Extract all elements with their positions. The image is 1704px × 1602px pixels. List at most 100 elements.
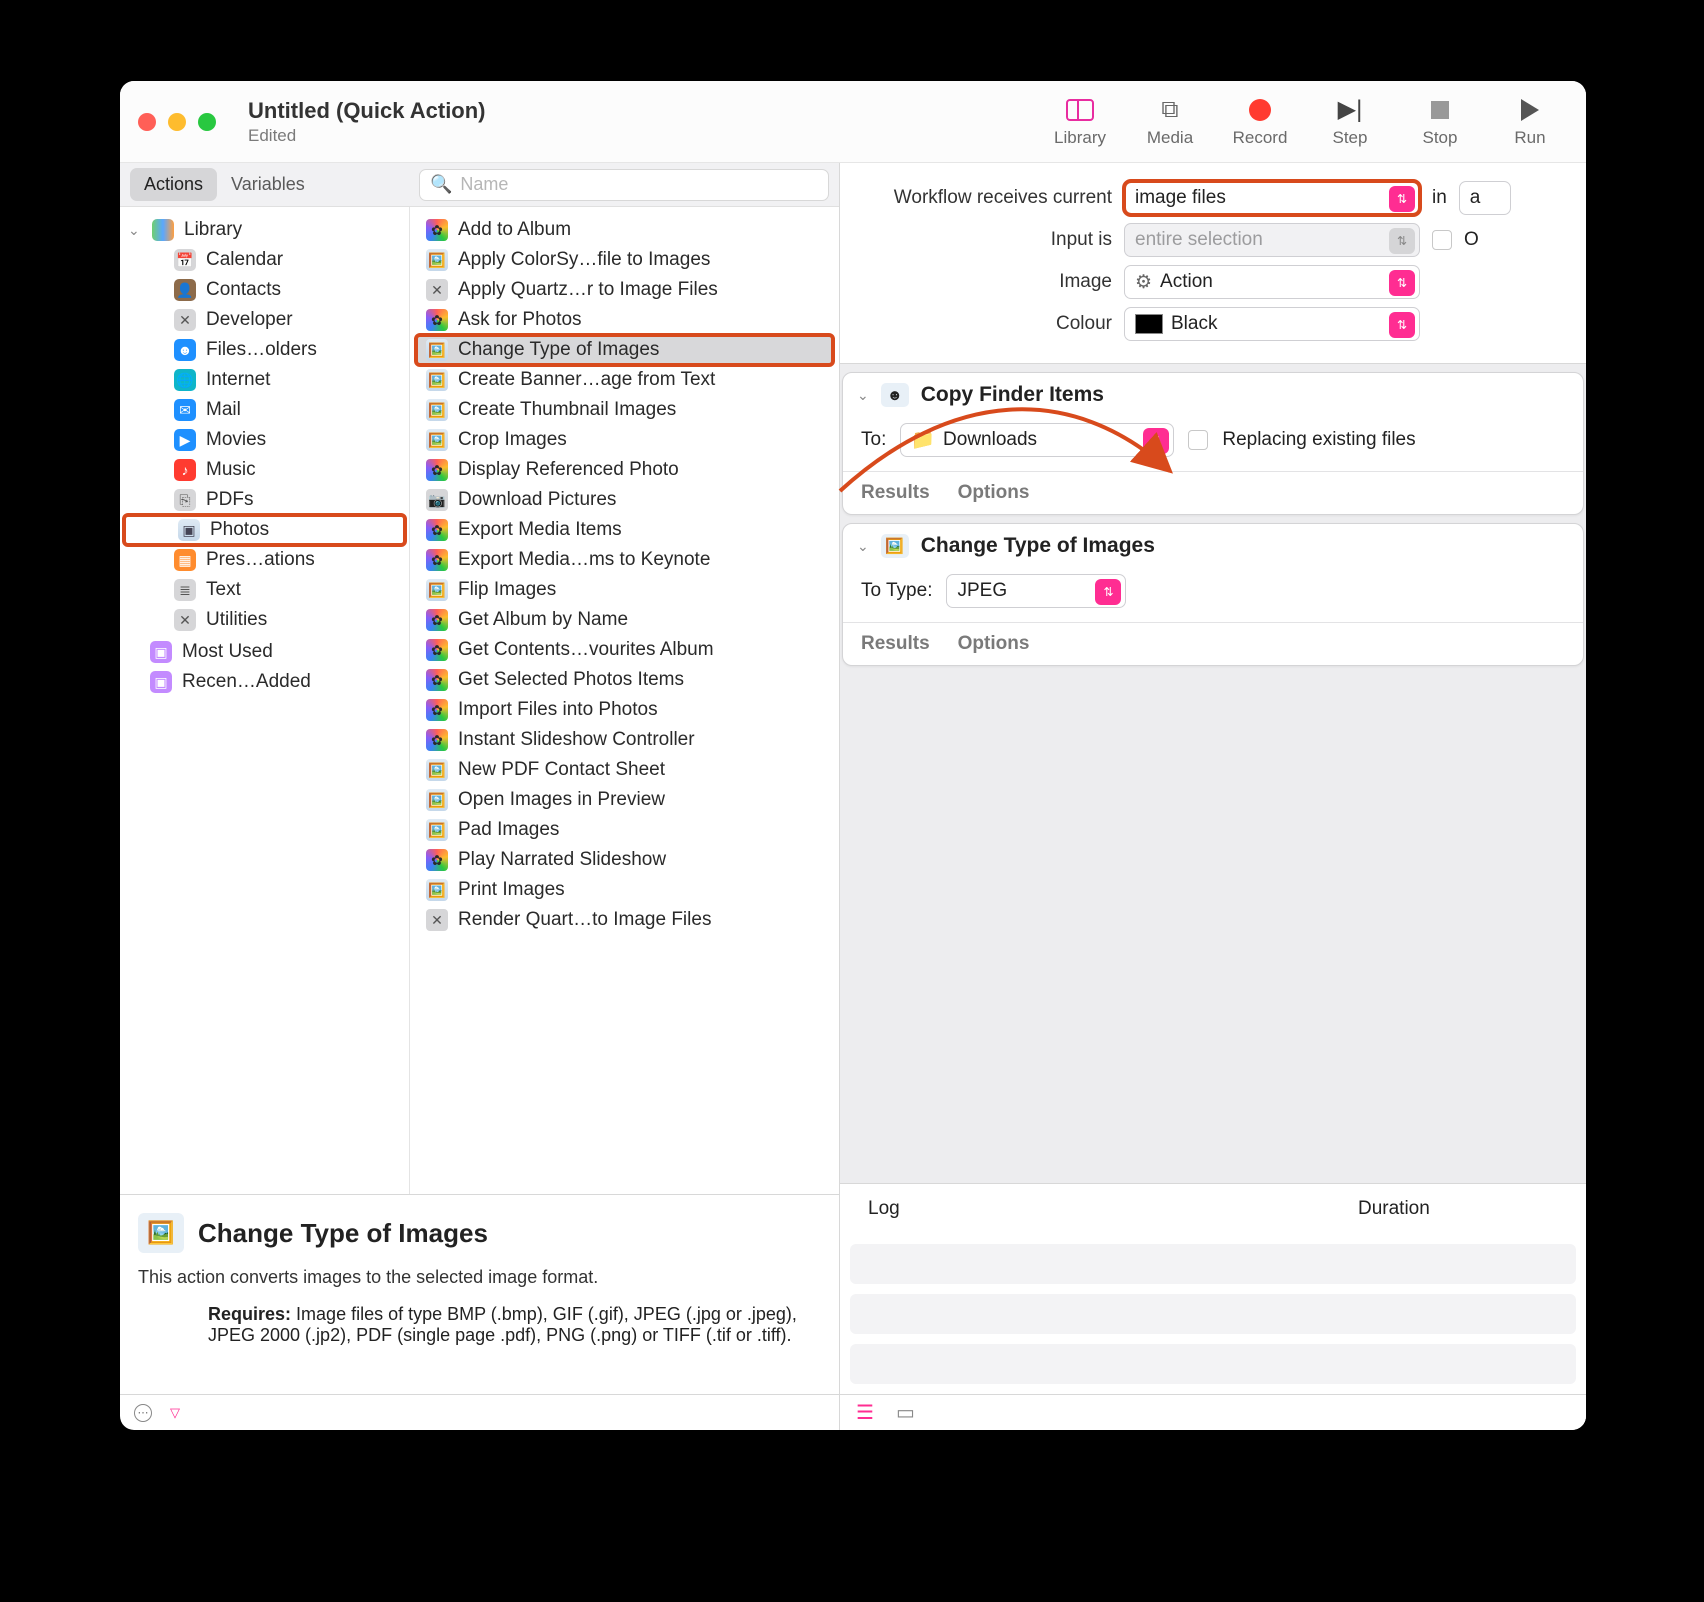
replacing-checkbox[interactable]	[1188, 430, 1208, 450]
output-checkbox[interactable]	[1432, 230, 1452, 250]
action-item[interactable]: 🖼️Create Thumbnail Images	[410, 395, 839, 425]
category-list[interactable]: ⌄ Library 📅Calendar👤Contacts✕Developer☻F…	[120, 207, 410, 1194]
action-search-field[interactable]: 🔍	[419, 169, 829, 201]
action-item[interactable]: 🖼️Flip Images	[410, 575, 839, 605]
workflow-node-change-type[interactable]: ⌄ 🖼️ Change Type of Images To Type: JPEG…	[842, 523, 1584, 666]
run-toolbar-button[interactable]: Run	[1492, 96, 1568, 148]
library-mode-segment: Actions Variables	[130, 168, 319, 201]
preview-icon: 🖼️	[881, 534, 909, 558]
action-label: Display Referenced Photo	[458, 459, 679, 481]
action-item[interactable]: 🖼️Create Banner…age from Text	[410, 365, 839, 395]
step-toolbar-button[interactable]: ▶| Step	[1312, 96, 1388, 148]
action-item[interactable]: 🖼️Open Images in Preview	[410, 785, 839, 815]
action-item[interactable]: 🖼️Apply ColorSy…file to Images	[410, 245, 839, 275]
action-icon: ✿	[426, 219, 448, 241]
action-item[interactable]: ✿Play Narrated Slideshow	[410, 845, 839, 875]
action-item[interactable]: 🖼️New PDF Contact Sheet	[410, 755, 839, 785]
left-bottom-strip: ⋯ ▽	[120, 1394, 839, 1430]
node-results-tab[interactable]: Results	[861, 633, 930, 655]
list-view-icon[interactable]: ☰	[856, 1400, 874, 1425]
sidebar-item-pdfs[interactable]: ⎘PDFs	[120, 485, 409, 515]
chevron-down-icon[interactable]: ⌄	[857, 538, 869, 555]
sidebar-item-utilities[interactable]: ✕Utilities	[120, 605, 409, 635]
sidebar-item-contacts[interactable]: 👤Contacts	[120, 275, 409, 305]
action-label: Download Pictures	[458, 489, 616, 511]
category-icon: ▣	[178, 519, 200, 541]
action-label: Create Banner…age from Text	[458, 369, 715, 391]
sidebar-item-mail[interactable]: ✉︎Mail	[120, 395, 409, 425]
sidebar-item-text[interactable]: ≣Text	[120, 575, 409, 605]
action-item[interactable]: ✿Display Referenced Photo	[410, 455, 839, 485]
library-root[interactable]: ⌄ Library	[120, 215, 409, 245]
to-type-popup[interactable]: JPEG ⇅	[946, 574, 1126, 608]
description-requires: Requires: Image files of type BMP (.bmp)…	[138, 1304, 821, 1346]
action-item[interactable]: ✿Export Media Items	[410, 515, 839, 545]
sidebar-item-most-used[interactable]: ▣Most Used	[120, 637, 409, 667]
action-item[interactable]: ✕Apply Quartz…r to Image Files	[410, 275, 839, 305]
action-item[interactable]: ✿Get Contents…vourites Album	[410, 635, 839, 665]
sidebar-item-calendar[interactable]: 📅Calendar	[120, 245, 409, 275]
search-input[interactable]	[460, 174, 818, 195]
action-icon: ✕	[426, 909, 448, 931]
sidebar-item-pres-ations[interactable]: ▦Pres…ations	[120, 545, 409, 575]
action-item[interactable]: ✿Instant Slideshow Controller	[410, 725, 839, 755]
sidebar-item-photos[interactable]: ▣Photos	[124, 515, 405, 545]
image-popup[interactable]: ⚙︎ Action ⇅	[1124, 265, 1420, 299]
sidebar-item-movies[interactable]: ▶︎Movies	[120, 425, 409, 455]
action-item[interactable]: ✿Get Album by Name	[410, 605, 839, 635]
action-label: Play Narrated Slideshow	[458, 849, 666, 871]
media-icon: ⧉	[1155, 96, 1185, 124]
sidebar-item-music[interactable]: ♪Music	[120, 455, 409, 485]
action-item[interactable]: ✿Ask for Photos	[410, 305, 839, 335]
actions-tab[interactable]: Actions	[130, 168, 217, 201]
action-item[interactable]: ✿Import Files into Photos	[410, 695, 839, 725]
action-item[interactable]: 🖼️Print Images	[410, 875, 839, 905]
library-toolbar-button[interactable]: Library	[1042, 96, 1118, 148]
category-icon: ☻	[174, 339, 196, 361]
close-window-button[interactable]	[138, 113, 156, 131]
chevron-down-icon[interactable]: ⌄	[857, 387, 869, 404]
category-icon: ✉︎	[174, 399, 196, 421]
workflow-node-copy-finder-items[interactable]: ⌄ ☻ Copy Finder Items To: 📁 Downloads ⇅ …	[842, 372, 1584, 515]
favourite-icon[interactable]: ▽	[170, 1405, 180, 1421]
action-icon: ✿	[426, 609, 448, 631]
action-item[interactable]: ✿ Add to Album	[410, 215, 839, 245]
destination-popup[interactable]: 📁 Downloads ⇅	[900, 423, 1174, 457]
flow-view-icon[interactable]: ▭	[896, 1400, 915, 1425]
receives-popup[interactable]: image files ⇅	[1124, 181, 1420, 215]
sidebar-item-files-olders[interactable]: ☻Files…olders	[120, 335, 409, 365]
action-item[interactable]: 📷Download Pictures	[410, 485, 839, 515]
stop-toolbar-button[interactable]: Stop	[1402, 96, 1478, 148]
record-toolbar-button[interactable]: Record	[1222, 96, 1298, 148]
workflow-canvas[interactable]: ⌄ ☻ Copy Finder Items To: 📁 Downloads ⇅ …	[840, 364, 1586, 1183]
action-item[interactable]: 🖼️Pad Images	[410, 815, 839, 845]
window-subtitle: Edited	[248, 126, 486, 146]
variables-tab[interactable]: Variables	[217, 168, 319, 201]
action-label: Add to Album	[458, 219, 571, 241]
in-app-popup[interactable]: a	[1459, 181, 1512, 215]
action-list[interactable]: ✿ Add to Album 🖼️Apply ColorSy…file to Ima…	[410, 207, 839, 1194]
search-icon: 🔍	[430, 174, 452, 195]
colour-popup[interactable]: Black ⇅	[1124, 307, 1420, 341]
media-toolbar-button[interactable]: ⧉ Media	[1132, 96, 1208, 148]
node-results-tab[interactable]: Results	[861, 482, 930, 504]
sidebar-item-internet[interactable]: 🌐Internet	[120, 365, 409, 395]
action-item[interactable]: ✕Render Quart…to Image Files	[410, 905, 839, 935]
zoom-window-button[interactable]	[198, 113, 216, 131]
action-label: Ask for Photos	[458, 309, 582, 331]
log-row	[850, 1244, 1576, 1284]
sidebar-item-recen-added[interactable]: ▣Recen…Added	[120, 667, 409, 697]
action-label: Apply ColorSy…file to Images	[458, 249, 710, 271]
sidebar-item-developer[interactable]: ✕Developer	[120, 305, 409, 335]
action-item[interactable]: ✿Export Media…ms to Keynote	[410, 545, 839, 575]
action-item[interactable]: ✿Get Selected Photos Items	[410, 665, 839, 695]
minimize-window-button[interactable]	[168, 113, 186, 131]
action-icon: ✿	[426, 639, 448, 661]
action-item[interactable]: 🖼️Crop Images	[410, 425, 839, 455]
workflow-status-icon[interactable]: ⋯	[134, 1404, 152, 1422]
action-item[interactable]: 🖼️Change Type of Images	[416, 335, 833, 365]
input-is-popup[interactable]: entire selection ⇅	[1124, 223, 1420, 257]
node-options-tab[interactable]: Options	[958, 633, 1030, 655]
action-label: New PDF Contact Sheet	[458, 759, 665, 781]
node-options-tab[interactable]: Options	[958, 482, 1030, 504]
